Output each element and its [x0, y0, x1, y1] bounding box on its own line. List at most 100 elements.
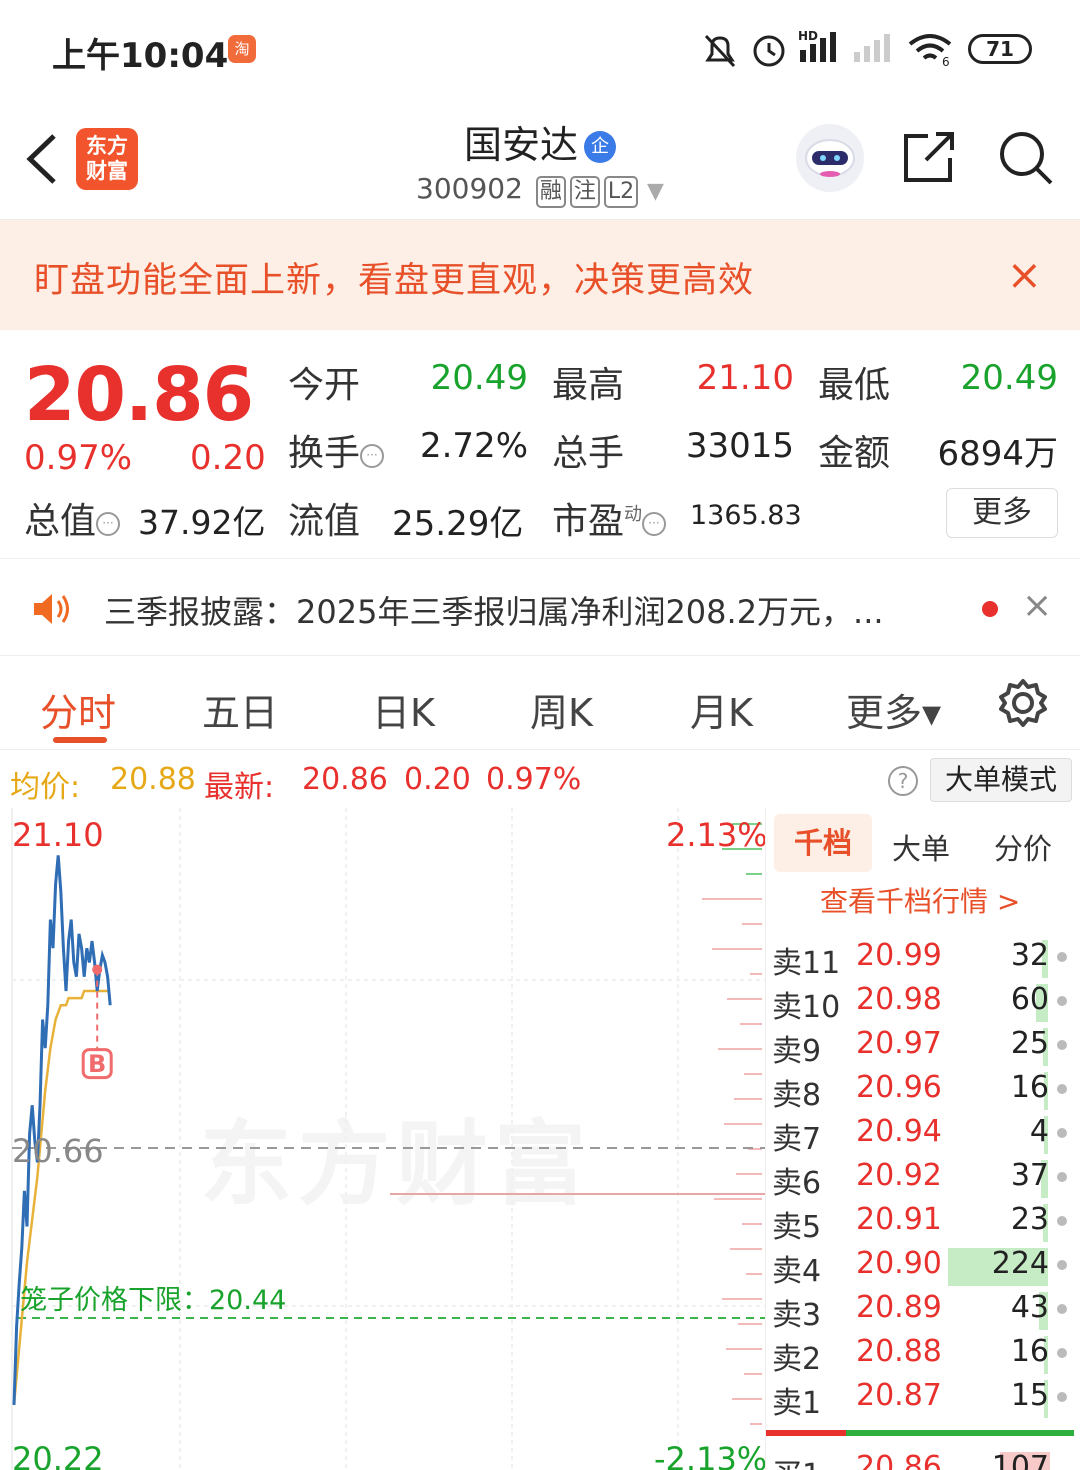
ask-dot [1057, 1216, 1067, 1226]
tab-daily-k[interactable]: 日K [372, 682, 435, 737]
ask-qty: 15 [1010, 1378, 1049, 1413]
tab-monthly-k[interactable]: 月K [690, 682, 753, 737]
stock-name: 国安达 [463, 123, 578, 167]
ask-row[interactable]: 卖4 20.90 224 [766, 1244, 1080, 1289]
tab-more[interactable]: 更多▾ [846, 682, 941, 737]
promo-banner[interactable]: 盯盘功能全面上新，看盘更直观，决策更高效 × [0, 220, 1080, 330]
ask-name: 卖7 [772, 1122, 822, 1157]
latest-change: 0.20 [404, 762, 471, 797]
bid-ask-divider-red [766, 1430, 846, 1436]
ask-name: 卖6 [772, 1166, 822, 1201]
low-value: 20.49 [960, 358, 1058, 398]
enterprise-badge-icon: 企 [584, 131, 616, 163]
float-cap-label: 流值 [288, 501, 361, 542]
info-dots-icon[interactable]: ··· [642, 512, 667, 536]
close-icon[interactable]: × [1022, 585, 1052, 626]
ask-price: 20.94 [856, 1114, 942, 1149]
ask-row[interactable]: 卖8 20.96 16 [766, 1068, 1080, 1113]
high-label: 最高 [552, 365, 625, 406]
ask-name: 卖5 [772, 1210, 822, 1245]
ask-name: 卖9 [772, 1034, 822, 1069]
chart-tabs: 分时 五日 日K 周K 月K 更多▾ [0, 656, 1080, 750]
y-ref-label: 20.66 [12, 1132, 104, 1170]
ask-price: 20.87 [856, 1378, 942, 1413]
ask-row[interactable]: 卖7 20.94 4 [766, 1112, 1080, 1157]
ask-dot [1057, 1040, 1067, 1050]
info-dots-icon[interactable]: ··· [96, 512, 121, 536]
ask-row[interactable]: 卖6 20.92 37 [766, 1156, 1080, 1201]
ask-qty: 60 [1010, 982, 1049, 1017]
latest-price-label: 最新: [204, 770, 275, 805]
ask-price: 20.99 [856, 938, 942, 973]
mute-bell-icon [704, 34, 736, 68]
help-icon[interactable]: ? [888, 766, 918, 796]
bid-qty: 107 [991, 1450, 1049, 1470]
hd-signal-icon: HD [798, 29, 836, 62]
ask-dot [1057, 1260, 1067, 1270]
ask-row[interactable]: 卖9 20.97 25 [766, 1024, 1080, 1069]
turnover-label-text: 换手 [288, 433, 361, 474]
ask-row[interactable]: 卖3 20.89 43 [766, 1288, 1080, 1333]
pe-label[interactable]: 市盈动 ··· [552, 492, 667, 544]
ask-row[interactable]: 卖2 20.88 16 [766, 1332, 1080, 1377]
tab-big-orders[interactable]: 大单 [892, 826, 950, 868]
ask-row[interactable]: 卖1 20.87 15 [766, 1376, 1080, 1421]
change-amount: 0.20 [190, 438, 266, 478]
open-value: 20.49 [430, 358, 528, 398]
ask-price: 20.88 [856, 1334, 942, 1369]
ask-name: 卖8 [772, 1078, 822, 1113]
ask-row[interactable]: 卖5 20.91 23 [766, 1200, 1080, 1245]
banner-text: 盯盘功能全面上新，看盘更直观，决策更高效 [34, 261, 755, 301]
bid-row[interactable]: 买1 20.86 107 [766, 1448, 1080, 1470]
tab-thousand-levels[interactable]: 千档 [774, 814, 872, 872]
news-text[interactable]: 三季报披露：2025年三季报归属净利润208.2万元，... [104, 587, 884, 633]
view-thousand-levels-link[interactable]: 查看千档行情 > [820, 880, 1020, 920]
ask-qty: 16 [1010, 1334, 1049, 1369]
ask-dot [1057, 1172, 1067, 1182]
tab-intraday[interactable]: 分时 [40, 682, 116, 737]
stock-header: 东方 财富 国安达企 300902 融注 L2 ▼ [0, 96, 1080, 220]
ask-name: 卖1 [772, 1386, 822, 1421]
share-icon[interactable] [900, 130, 960, 186]
ask-dot [1057, 1128, 1067, 1138]
speaker-icon [34, 594, 69, 624]
tab-five-day[interactable]: 五日 [202, 682, 278, 737]
bid-price: 20.86 [856, 1450, 942, 1470]
more-button[interactable]: 更多 [946, 488, 1058, 538]
battery-icon: 71 [968, 34, 1032, 64]
ai-assistant-avatar[interactable] [796, 124, 864, 192]
turnover-value: 2.72% [419, 426, 528, 466]
dropdown-arrow-icon[interactable]: ▼ [647, 179, 664, 204]
tab-weekly-k[interactable]: 周K [530, 682, 593, 737]
no-signal-icon [854, 34, 890, 62]
avg-price-label: 均价: [10, 770, 81, 805]
ask-name: 卖2 [772, 1342, 822, 1377]
depth-bars [702, 823, 762, 1425]
search-icon[interactable] [996, 128, 1056, 188]
ask-dot [1057, 1348, 1067, 1358]
latest-price-value: 20.86 [302, 762, 388, 797]
info-dots-icon[interactable]: ··· [360, 444, 385, 468]
ask-dot [1057, 952, 1067, 962]
intraday-chart[interactable]: 东方财富 B 21.10 20.66 20.22 2.13% -2.13% 笼子… [0, 808, 768, 1470]
registration-tag: 注 [569, 176, 600, 208]
ask-name: 卖10 [772, 990, 841, 1025]
price-line [12, 855, 112, 1405]
price-info-row: 均价: 20.88 最新: 20.86 0.20 0.97% [0, 750, 1080, 808]
volume-value: 33015 [685, 426, 794, 466]
big-order-mode-button[interactable]: 大单模式 [930, 758, 1072, 802]
status-bar: 上午10:04 淘 HD 6 71 [0, 0, 1080, 96]
order-book: 千档 大单 分价 查看千档行情 > 卖11 20.99 32 卖10 20.98 60 卖9… [765, 808, 1080, 1470]
chart-canvas[interactable] [0, 808, 765, 1470]
settings-gear-icon[interactable] [998, 678, 1048, 728]
ask-row[interactable]: 卖11 20.99 32 [766, 936, 1080, 981]
ask-row[interactable]: 卖10 20.98 60 [766, 980, 1080, 1025]
tab-price-distribution[interactable]: 分价 [994, 826, 1052, 868]
alarm-clock-icon [753, 35, 785, 67]
close-icon[interactable]: × [1007, 250, 1042, 299]
news-ticker[interactable]: 三季报披露：2025年三季报归属净利润208.2万元，... × [0, 558, 1080, 656]
turnover-label[interactable]: 换手 ··· [288, 424, 385, 476]
market-cap-label[interactable]: 总值 ··· [24, 492, 121, 544]
ask-qty: 43 [1010, 1290, 1049, 1325]
latest-change-pct: 0.97% [486, 762, 582, 797]
